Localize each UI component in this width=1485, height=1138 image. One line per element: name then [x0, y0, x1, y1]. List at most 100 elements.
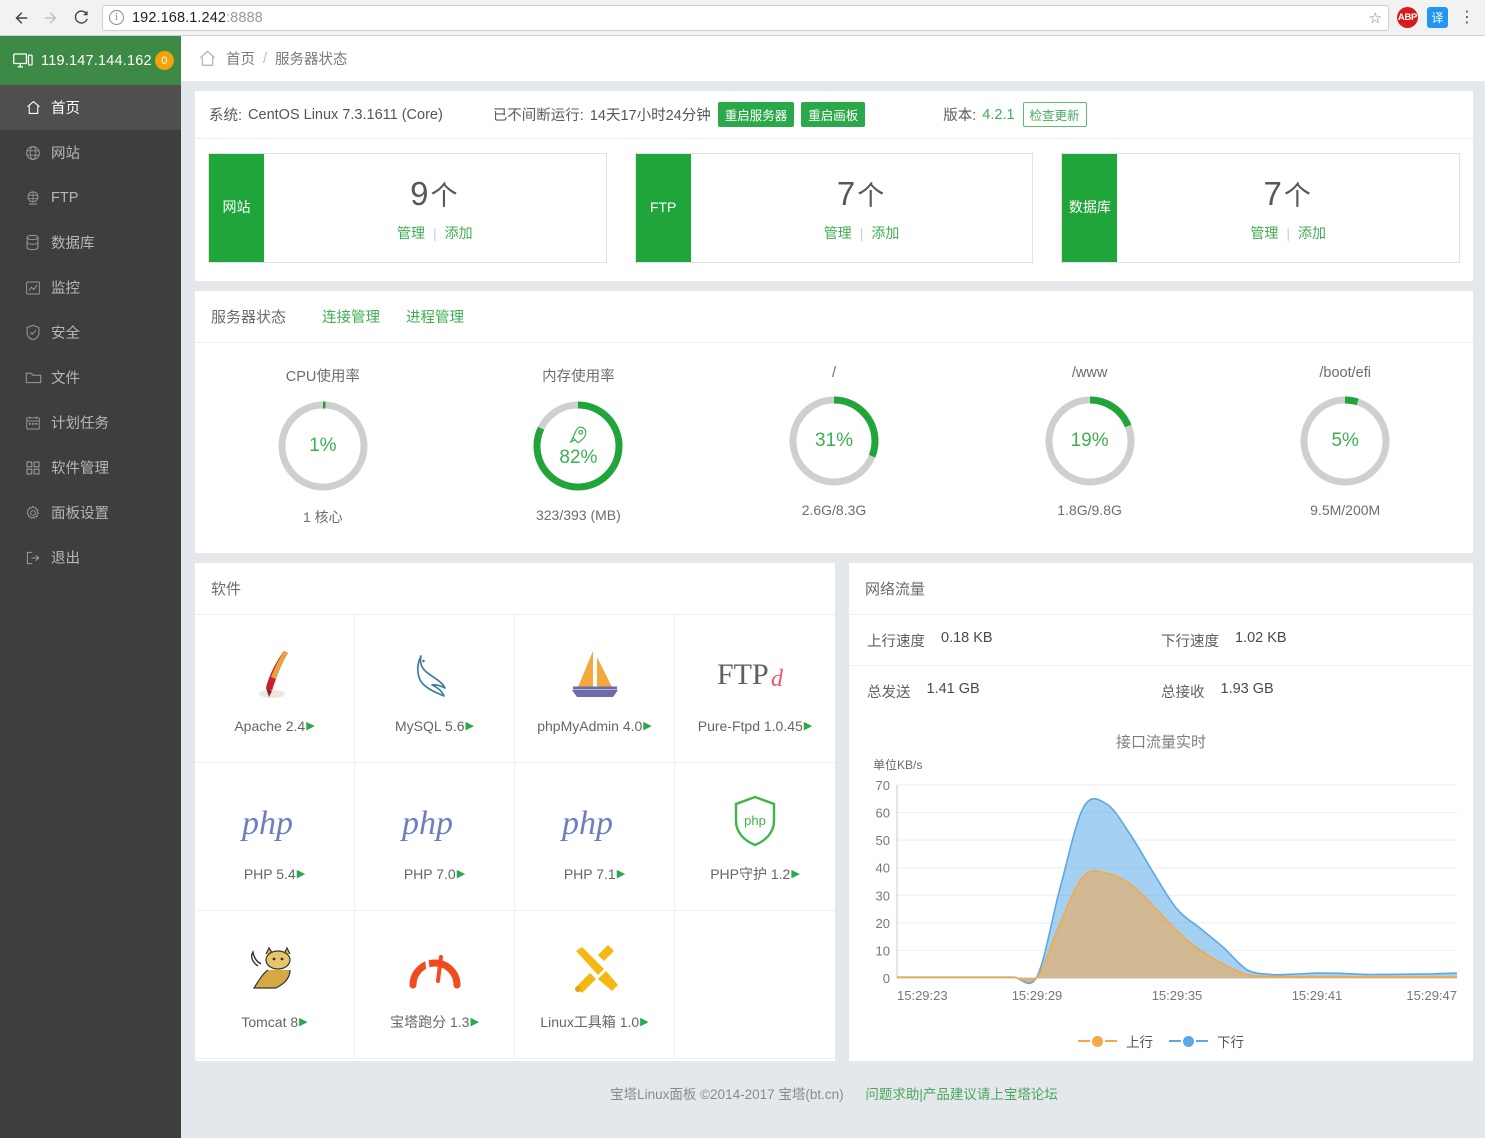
connection-manager-link[interactable]: 连接管理 — [322, 306, 380, 327]
url-port: :8888 — [226, 9, 263, 26]
forward-button[interactable] — [36, 3, 66, 33]
chart-legend-item[interactable]: 上行 — [1078, 1031, 1153, 1051]
software-header: 软件 — [195, 563, 835, 615]
php-shield-icon: php — [732, 790, 778, 852]
browser-toolbar: i 192.168.1.242:8888 ☆ ABP 译 ⋮ — [0, 0, 1485, 36]
sidebar-item-home[interactable]: 首页 — [0, 85, 181, 130]
gauge-item: /www 19% 1.8G/9.8G — [962, 365, 1218, 527]
svg-text:15:29:35: 15:29:35 — [1152, 988, 1203, 1003]
check-update-button[interactable]: 检查更新 — [1022, 102, 1087, 127]
stat-card-website[interactable]: 网站 9个 管理 | 添加 — [208, 153, 607, 263]
chevron-right-icon: ▶ — [456, 868, 466, 880]
content-container: 系统: CentOS Linux 7.3.1611 (Core) 已不间断运行:… — [181, 82, 1485, 1103]
browser-menu-icon[interactable]: ⋮ — [1457, 9, 1477, 25]
bookmark-star-icon[interactable]: ☆ — [1369, 9, 1382, 27]
software-item[interactable]: php PHP 5.4 ▶ — [195, 763, 355, 911]
gauge-row: CPU使用率 1% 1 核心 内存使用率 82% 323/393 (MB) / 31% 2.6G… — [195, 343, 1473, 553]
software-item[interactable]: FTP d Pure-Ftpd 1.0.45 ▶ — [675, 615, 835, 763]
chart-y-unit-label: 单位KB/s — [873, 758, 923, 772]
chart-legend-item[interactable]: 下行 — [1169, 1031, 1244, 1051]
gauge-value: 19% — [1070, 430, 1109, 451]
adblock-plus-icon[interactable]: ABP — [1397, 7, 1418, 28]
gauge-item: CPU使用率 1% 1 核心 — [195, 365, 451, 527]
sidebar-item-software[interactable]: 软件管理 — [0, 445, 181, 490]
sidebar-notification-badge[interactable]: 0 — [154, 51, 174, 70]
restart-server-button[interactable]: 重启服务器 — [717, 102, 795, 127]
folder-icon — [25, 370, 51, 385]
gauge-title: /www — [1071, 365, 1108, 381]
manage-link[interactable]: 管理 — [1250, 225, 1278, 241]
sidebar-item-settings[interactable]: 面板设置 — [0, 490, 181, 535]
gauge-ring: 1% — [275, 398, 371, 494]
os-label: 系统: — [209, 108, 243, 124]
gauge-subtext: 323/393 (MB) — [535, 507, 621, 523]
gauge-title: 内存使用率 — [542, 369, 615, 385]
sidebar-item-monitor[interactable]: 监控 — [0, 265, 181, 310]
gauge-value: 1% — [309, 435, 337, 456]
software-item[interactable]: php PHP守护 1.2 ▶ — [675, 763, 835, 911]
software-item[interactable]: MySQL 5.6 ▶ — [355, 615, 515, 763]
stat-card-count: 9个 — [410, 174, 460, 212]
stat-card-links: 管理 | 添加 — [1250, 224, 1326, 241]
mysql-dolphin-icon — [409, 644, 461, 706]
stat-cards-row: 网站 9个 管理 | 添加 FTP 7个 管理 | 添加 数据库 7个 管理 |… — [195, 139, 1473, 281]
panel-title: 服务器状态 — [211, 309, 287, 326]
software-item[interactable]: 宝塔跑分 1.3 ▶ — [355, 911, 515, 1059]
software-item[interactable]: php PHP 7.0 ▶ — [355, 763, 515, 911]
add-link[interactable]: 添加 — [445, 225, 473, 241]
total-sent-value: 1.41 GB — [926, 681, 980, 697]
total-sent-label: 总发送 — [867, 685, 911, 701]
translate-extension-icon[interactable]: 译 — [1427, 7, 1448, 28]
software-item[interactable]: Apache 2.4 ▶ — [195, 615, 355, 763]
sidebar-header: 119.147.144.162 0 — [0, 36, 181, 85]
software-item[interactable]: phpMyAdmin 4.0 ▶ — [515, 615, 675, 763]
apache-feather-icon — [253, 644, 297, 706]
back-button[interactable] — [6, 3, 36, 33]
rocket-icon — [569, 426, 587, 444]
address-bar[interactable]: i 192.168.1.242:8888 ☆ — [102, 4, 1389, 31]
download-speed-label: 下行速度 — [1161, 633, 1219, 650]
sidebar-item-ftp[interactable]: FTP — [0, 175, 181, 220]
add-link[interactable]: 添加 — [1298, 225, 1326, 241]
sidebar-item-label: 网站 — [51, 146, 80, 162]
gauge-ring: 31% — [786, 393, 882, 489]
total-received-label: 总接收 — [1161, 685, 1205, 701]
restart-panel-button[interactable]: 重启画板 — [801, 102, 866, 127]
stat-card-database[interactable]: 数据库 7个 管理 | 添加 — [1061, 153, 1461, 263]
reload-button[interactable] — [66, 3, 96, 33]
legend-swatch — [1196, 1040, 1208, 1042]
software-item-label: PHP守护 1.2 ▶ — [710, 865, 800, 882]
breadcrumb-home[interactable]: 首页 — [226, 48, 255, 69]
manage-link[interactable]: 管理 — [824, 225, 852, 241]
sidebar-item-database[interactable]: 数据库 — [0, 220, 181, 265]
software-item[interactable]: php PHP 7.1 ▶ — [515, 763, 675, 911]
chevron-right-icon: ▶ — [791, 868, 800, 880]
sidebar-item-label: 计划任务 — [51, 416, 109, 432]
software-item[interactable]: Tomcat 8 ▶ — [195, 911, 355, 1059]
stat-card-ftp[interactable]: FTP 7个 管理 | 添加 — [634, 153, 1034, 263]
breadcrumb-current: 服务器状态 — [275, 52, 348, 68]
chevron-right-icon: ▶ — [296, 868, 306, 880]
main-area: 首页 / 服务器状态 系统: CentOS Linux 7.3.1611 (Co… — [181, 36, 1485, 1138]
software-item-label: Apache 2.4 ▶ — [234, 717, 315, 734]
sidebar-item-label: 软件管理 — [51, 461, 109, 477]
footer: 宝塔Linux面板 ©2014-2017 宝塔(bt.cn) 问题求助|产品建议… — [195, 1071, 1473, 1103]
sidebar-item-crontab[interactable]: 计划任务 — [0, 400, 181, 445]
version-label: 版本: — [943, 108, 977, 124]
sidebar-item-security[interactable]: 安全 — [0, 310, 181, 355]
process-manager-link[interactable]: 进程管理 — [406, 306, 464, 327]
manage-link[interactable]: 管理 — [397, 225, 425, 241]
stat-card-count: 7个 — [836, 174, 887, 212]
network-total-row: 总发送 1.41 GB 总接收 1.93 GB — [849, 666, 1473, 717]
sidebar-item-website[interactable]: 网站 — [0, 130, 181, 175]
sidebar-item-files[interactable]: 文件 — [0, 355, 181, 400]
chevron-right-icon: ▶ — [306, 720, 315, 732]
footer-forum-link[interactable]: 问题求助|产品建议请上宝塔论坛 — [865, 1087, 1058, 1102]
add-link[interactable]: 添加 — [871, 225, 899, 241]
software-item[interactable]: Linux工具箱 1.0 ▶ — [515, 911, 675, 1059]
tools-wrench-icon — [568, 938, 622, 1000]
extensions-area: ABP 译 ⋮ — [1397, 7, 1479, 28]
sidebar-item-logout[interactable]: 退出 — [0, 535, 181, 580]
software-item-label: PHP 7.0 ▶ — [403, 865, 466, 882]
site-info-icon[interactable]: i — [109, 10, 124, 25]
